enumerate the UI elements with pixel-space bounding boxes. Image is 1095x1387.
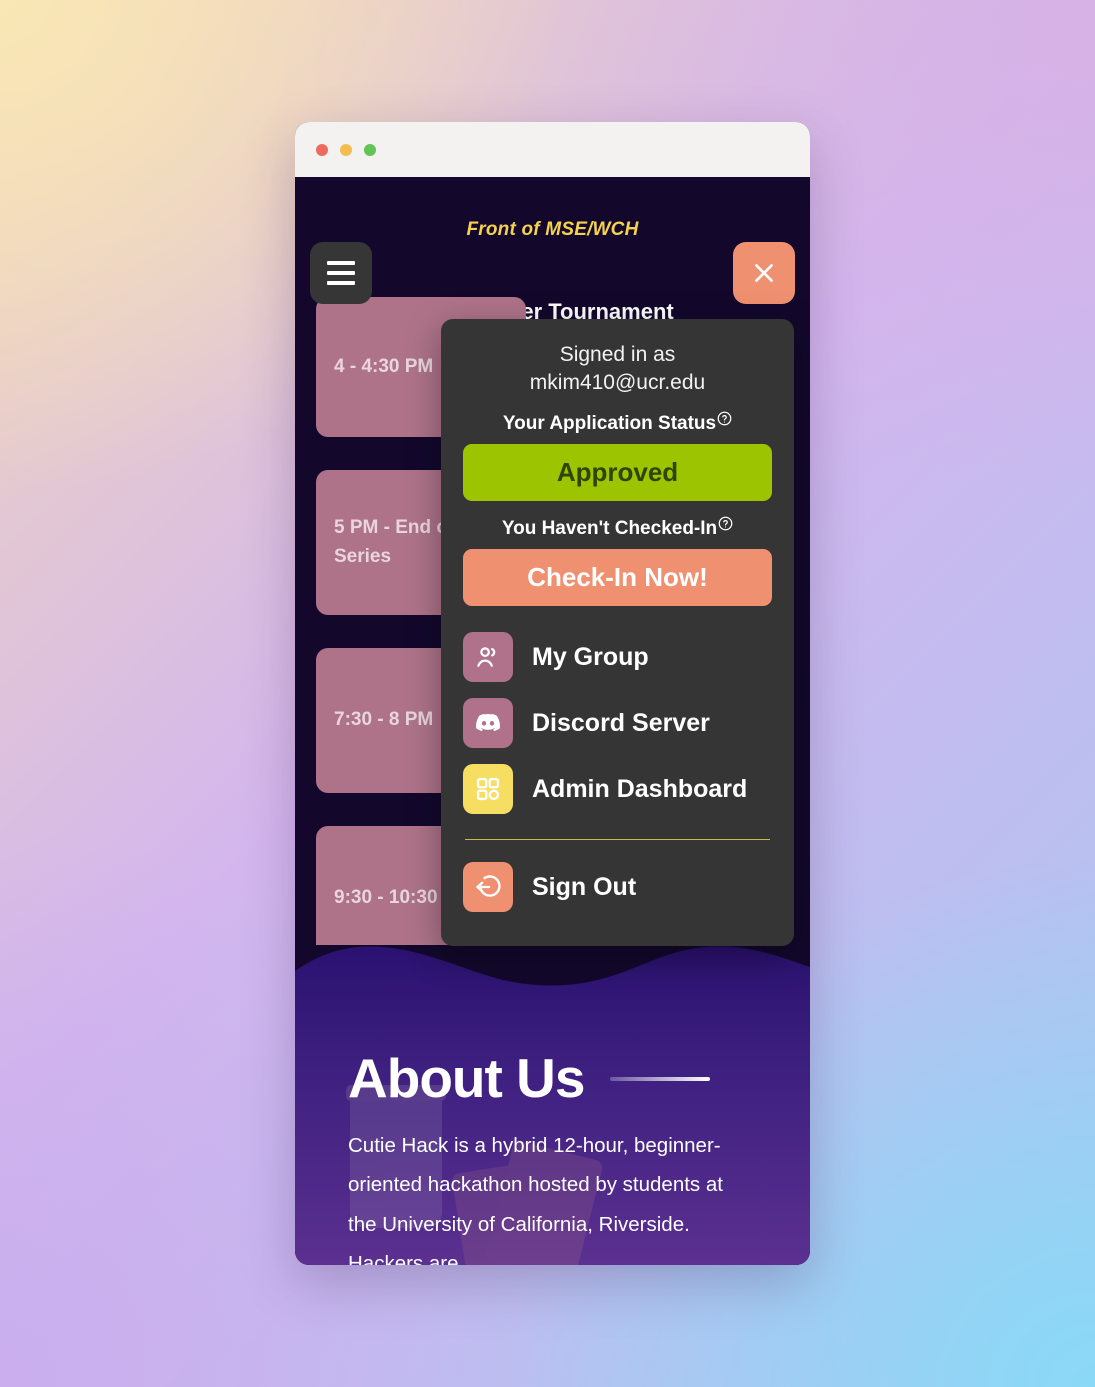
checkin-status-text: You Haven't Checked-In bbox=[501, 518, 718, 540]
wave-divider-icon bbox=[295, 945, 810, 986]
menu-item-label: My Group bbox=[532, 642, 649, 671]
about-body-text: Cutie Hack is a hybrid 12-hour, beginner… bbox=[348, 1134, 723, 1265]
sign-out-glyph bbox=[476, 875, 501, 898]
application-status-label: Your Application Status bbox=[463, 411, 772, 435]
discord-icon bbox=[463, 698, 513, 749]
hamburger-bar bbox=[327, 281, 355, 285]
hamburger-bar bbox=[327, 271, 355, 275]
window-minimize-dot[interactable] bbox=[340, 143, 352, 156]
window-maximize-dot[interactable] bbox=[364, 143, 376, 156]
signed-in-email: mkim410@ucr.edu bbox=[529, 370, 706, 394]
users-glyph bbox=[477, 647, 496, 668]
schedule-card-time: 7:30 - 8 PM bbox=[334, 709, 434, 731]
application-status-badge[interactable]: Approved bbox=[463, 444, 772, 502]
checkin-status-label: You Haven't Checked-In bbox=[463, 516, 772, 540]
application-status-text: Your Application Status bbox=[502, 413, 717, 435]
check-in-button[interactable]: Check-In Now! bbox=[463, 549, 772, 607]
users-icon bbox=[463, 632, 513, 683]
close-glyph bbox=[755, 264, 773, 282]
menu-item-label: Sign Out bbox=[532, 872, 637, 901]
menu-item-admin-dashboard[interactable]: Admin Dashboard bbox=[463, 756, 772, 822]
signed-in-block: Signed in as mkim410@ucr.edu bbox=[463, 341, 772, 396]
about-heading-row: About Us bbox=[348, 1051, 780, 1106]
schedule-card-time: 4 - 4:30 PM bbox=[334, 355, 434, 377]
schedule-card-time: 9:30 - 10:30 bbox=[334, 887, 438, 909]
about-us-section: About Us Cutie Hack is a hybrid 12-hour,… bbox=[295, 945, 810, 1265]
menu-item-discord-server[interactable]: Discord Server bbox=[463, 690, 772, 756]
signed-in-label: Signed in as bbox=[559, 343, 676, 366]
menu-divider bbox=[465, 839, 770, 841]
venue-label: Front of MSE/WCH bbox=[466, 219, 639, 240]
about-title: About Us bbox=[348, 1047, 585, 1109]
menu-item-label: Discord Server bbox=[532, 708, 710, 737]
page-viewport: Front of MSE/WCH TypeRacer Tournament 4 … bbox=[295, 177, 810, 1265]
menu-item-label: Admin Dashboard bbox=[532, 774, 748, 803]
window-titlebar bbox=[295, 122, 810, 177]
browser-window: Front of MSE/WCH TypeRacer Tournament 4 … bbox=[295, 122, 810, 1265]
account-dropdown: Signed in as mkim410@ucr.edu Your Applic… bbox=[441, 319, 794, 947]
about-content: About Us Cutie Hack is a hybrid 12-hour,… bbox=[348, 1051, 780, 1266]
help-circle-icon[interactable] bbox=[717, 411, 732, 428]
close-icon[interactable] bbox=[733, 242, 795, 304]
menu-item-sign-out[interactable]: Sign Out bbox=[463, 854, 772, 920]
about-title-rule bbox=[610, 1076, 711, 1081]
help-circle-glyph bbox=[717, 412, 732, 426]
dropdown-menu-list: My Group Discord Server Admin Dashboard … bbox=[463, 624, 772, 920]
hamburger-bar bbox=[327, 261, 355, 265]
help-circle-glyph bbox=[718, 517, 733, 531]
grid-icon bbox=[463, 764, 513, 815]
grid-glyph bbox=[476, 778, 500, 801]
hamburger-menu-icon[interactable] bbox=[310, 242, 372, 304]
menu-item-my-group[interactable]: My Group bbox=[463, 624, 772, 690]
window-close-dot[interactable] bbox=[316, 143, 328, 156]
sign-out-icon bbox=[463, 862, 513, 913]
help-circle-icon[interactable] bbox=[718, 516, 733, 533]
discord-glyph bbox=[476, 714, 500, 732]
